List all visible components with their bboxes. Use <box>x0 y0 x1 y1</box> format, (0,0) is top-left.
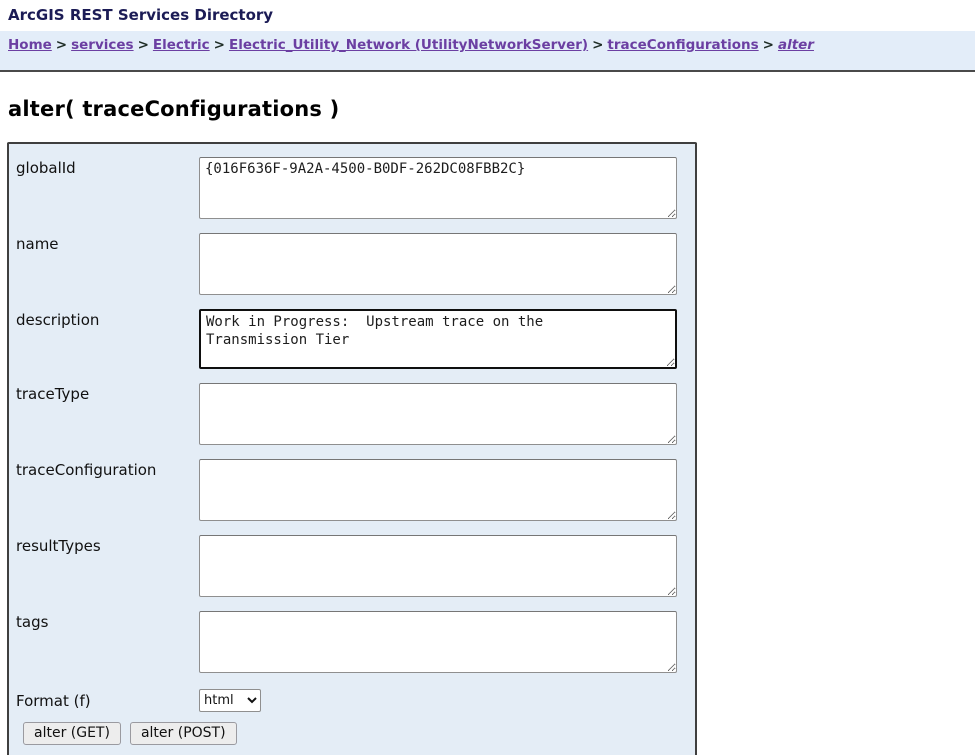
tracetype-label: traceType <box>16 385 90 403</box>
tracetype-textarea[interactable] <box>199 383 677 445</box>
globalid-label: globalId <box>16 159 76 177</box>
breadcrumb-link-electric-utility-network[interactable]: Electric_Utility_Network (UtilityNetwork… <box>229 37 588 53</box>
breadcrumb-separator: > <box>137 37 149 53</box>
breadcrumb-link-traceconfigurations[interactable]: traceConfigurations <box>607 37 758 53</box>
form-row-name: name <box>16 233 695 295</box>
form-row-traceconfiguration: traceConfiguration <box>16 459 695 521</box>
breadcrumb-link-services[interactable]: services <box>71 37 133 53</box>
form-buttons: alter (GET) alter (POST) <box>23 722 695 745</box>
breadcrumb-link-home[interactable]: Home <box>8 37 52 53</box>
resulttypes-textarea[interactable] <box>199 535 677 597</box>
description-label: description <box>16 311 100 329</box>
description-textarea[interactable]: Work in Progress: Upstream trace on the … <box>199 309 677 369</box>
breadcrumb-link-electric[interactable]: Electric <box>153 37 210 53</box>
breadcrumb-separator: > <box>592 37 604 53</box>
alter-form-panel: globalId {016F636F-9A2A-4500-B0DF-262DC0… <box>7 142 697 755</box>
globalid-textarea[interactable]: {016F636F-9A2A-4500-B0DF-262DC08FBB2C} <box>199 157 677 219</box>
format-select[interactable]: html <box>199 689 261 712</box>
form-row-tracetype: traceType <box>16 383 695 445</box>
alter-post-button[interactable]: alter (POST) <box>129 722 237 745</box>
tags-label: tags <box>16 613 49 631</box>
traceconfiguration-textarea[interactable] <box>199 459 677 521</box>
traceconfiguration-label: traceConfiguration <box>16 461 157 479</box>
form-row-tags: tags <box>16 611 695 673</box>
resulttypes-label: resultTypes <box>16 537 101 555</box>
form-row-globalid: globalId {016F636F-9A2A-4500-B0DF-262DC0… <box>16 157 695 219</box>
tags-textarea[interactable] <box>199 611 677 673</box>
format-label: Format (f) <box>16 691 91 710</box>
breadcrumb-separator: > <box>762 37 774 53</box>
breadcrumb-separator: > <box>213 37 225 53</box>
form-row-resulttypes: resultTypes <box>16 535 695 597</box>
name-textarea[interactable] <box>199 233 677 295</box>
form-row-description: description Work in Progress: Upstream t… <box>16 309 695 369</box>
name-label: name <box>16 235 59 253</box>
form-row-format: Format (f) html <box>16 689 695 712</box>
breadcrumb-link-alter[interactable]: alter <box>778 37 814 53</box>
site-title: ArcGIS REST Services Directory <box>8 6 274 24</box>
breadcrumb: Home > services > Electric > Electric_Utility_… <box>0 31 975 72</box>
page-heading: alter( traceConfigurations ) <box>8 97 340 121</box>
alter-get-button[interactable]: alter (GET) <box>23 722 121 745</box>
breadcrumb-separator: > <box>55 37 68 53</box>
